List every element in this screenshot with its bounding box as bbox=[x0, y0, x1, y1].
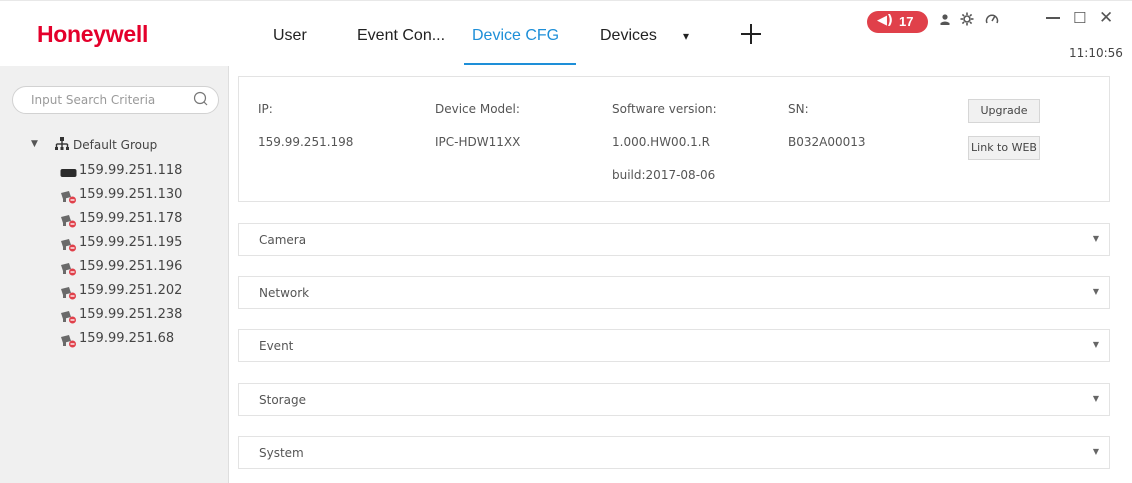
upgrade-button[interactable]: Upgrade bbox=[968, 99, 1040, 123]
device-label: 159.99.251.195 bbox=[79, 235, 183, 250]
chevron-down-icon: ▼ bbox=[1092, 394, 1099, 403]
tree-expand-caret-icon[interactable]: ▼ bbox=[31, 139, 38, 149]
close-icon[interactable]: ✕ bbox=[1099, 8, 1113, 28]
tab-devices[interactable]: Devices bbox=[600, 27, 657, 45]
tab-device-cfg[interactable]: Device CFG bbox=[472, 27, 559, 45]
offline-camera-icon bbox=[60, 309, 77, 324]
tab-user[interactable]: User bbox=[273, 27, 307, 45]
settings-gear-icon[interactable] bbox=[960, 12, 974, 30]
app-logo: Honeywell bbox=[37, 21, 149, 47]
device-label: 159.99.251.202 bbox=[79, 283, 183, 298]
device-label: 159.99.251.178 bbox=[79, 211, 183, 226]
offline-camera-icon bbox=[60, 237, 77, 252]
device-label: 159.99.251.196 bbox=[79, 259, 183, 274]
search-icon[interactable] bbox=[193, 91, 208, 106]
minimize-icon[interactable] bbox=[1046, 17, 1060, 19]
section-label: Storage bbox=[259, 393, 306, 407]
ip-value: 159.99.251.198 bbox=[258, 135, 354, 149]
sidebar-divider bbox=[228, 66, 229, 483]
link-to-web-button[interactable]: Link to WEB bbox=[968, 136, 1040, 160]
software-version-value: 1.000.HW00.1.R bbox=[612, 135, 710, 149]
device-model-value: IPC-HDW11XX bbox=[435, 135, 521, 149]
user-icon[interactable] bbox=[939, 12, 951, 30]
tab-dropdown-icon[interactable]: ▾ bbox=[683, 29, 689, 43]
device-label: 159.99.251.68 bbox=[79, 331, 175, 346]
offline-camera-icon bbox=[60, 261, 77, 276]
offline-camera-icon bbox=[60, 333, 77, 348]
sn-value: B032A00013 bbox=[788, 135, 866, 149]
device-label: 159.99.251.118 bbox=[79, 163, 183, 178]
device-tree-panel: ▼ Default Group 159.99.251.118 159.99.25… bbox=[0, 66, 228, 483]
tab-event-config[interactable]: Event Con... bbox=[357, 27, 445, 45]
section-storage[interactable]: Storage ▼ bbox=[238, 383, 1110, 416]
clock: 11:10:56 bbox=[1069, 46, 1123, 60]
chevron-down-icon: ▼ bbox=[1092, 447, 1099, 456]
section-label: Network bbox=[259, 286, 310, 300]
alarm-badge[interactable]: ◀) 17 bbox=[867, 11, 928, 33]
active-tab-indicator bbox=[464, 63, 576, 65]
search-box[interactable] bbox=[12, 86, 219, 114]
chevron-down-icon: ▼ bbox=[1092, 287, 1099, 296]
group-hierarchy-icon bbox=[54, 136, 70, 152]
performance-gauge-icon[interactable] bbox=[985, 12, 999, 28]
section-network[interactable]: Network ▼ bbox=[238, 276, 1110, 309]
device-label: 159.99.251.238 bbox=[79, 307, 183, 322]
top-border bbox=[0, 0, 1132, 1]
maximize-icon[interactable]: ☐ bbox=[1073, 9, 1086, 27]
chevron-down-icon: ▼ bbox=[1092, 340, 1099, 349]
offline-camera-icon bbox=[60, 213, 77, 228]
ip-label: IP: bbox=[258, 102, 273, 116]
device-label: 159.99.251.130 bbox=[79, 187, 183, 202]
nvr-icon bbox=[60, 165, 77, 179]
speaker-icon: ◀) bbox=[877, 13, 893, 28]
section-event[interactable]: Event ▼ bbox=[238, 329, 1110, 362]
offline-camera-icon bbox=[60, 285, 77, 300]
section-system[interactable]: System ▼ bbox=[238, 436, 1110, 469]
section-camera[interactable]: Camera ▼ bbox=[238, 223, 1110, 256]
device-info-card: IP: 159.99.251.198 Device Model: IPC-HDW… bbox=[238, 76, 1110, 202]
sn-label: SN: bbox=[788, 102, 809, 116]
alarm-count: 17 bbox=[899, 14, 914, 29]
device-model-label: Device Model: bbox=[435, 102, 520, 116]
section-label: System bbox=[259, 446, 304, 460]
software-version-label: Software version: bbox=[612, 102, 717, 116]
section-label: Event bbox=[259, 339, 294, 353]
chevron-down-icon: ▼ bbox=[1092, 234, 1099, 243]
title-bar: Honeywell User Event Con... Device CFG D… bbox=[0, 0, 1132, 66]
search-input[interactable] bbox=[31, 93, 181, 107]
add-tab-icon[interactable] bbox=[739, 22, 763, 46]
offline-camera-icon bbox=[60, 189, 77, 204]
section-label: Camera bbox=[259, 233, 307, 247]
software-build-value: build:2017-08-06 bbox=[612, 168, 716, 182]
tree-group-label[interactable]: Default Group bbox=[73, 138, 157, 152]
